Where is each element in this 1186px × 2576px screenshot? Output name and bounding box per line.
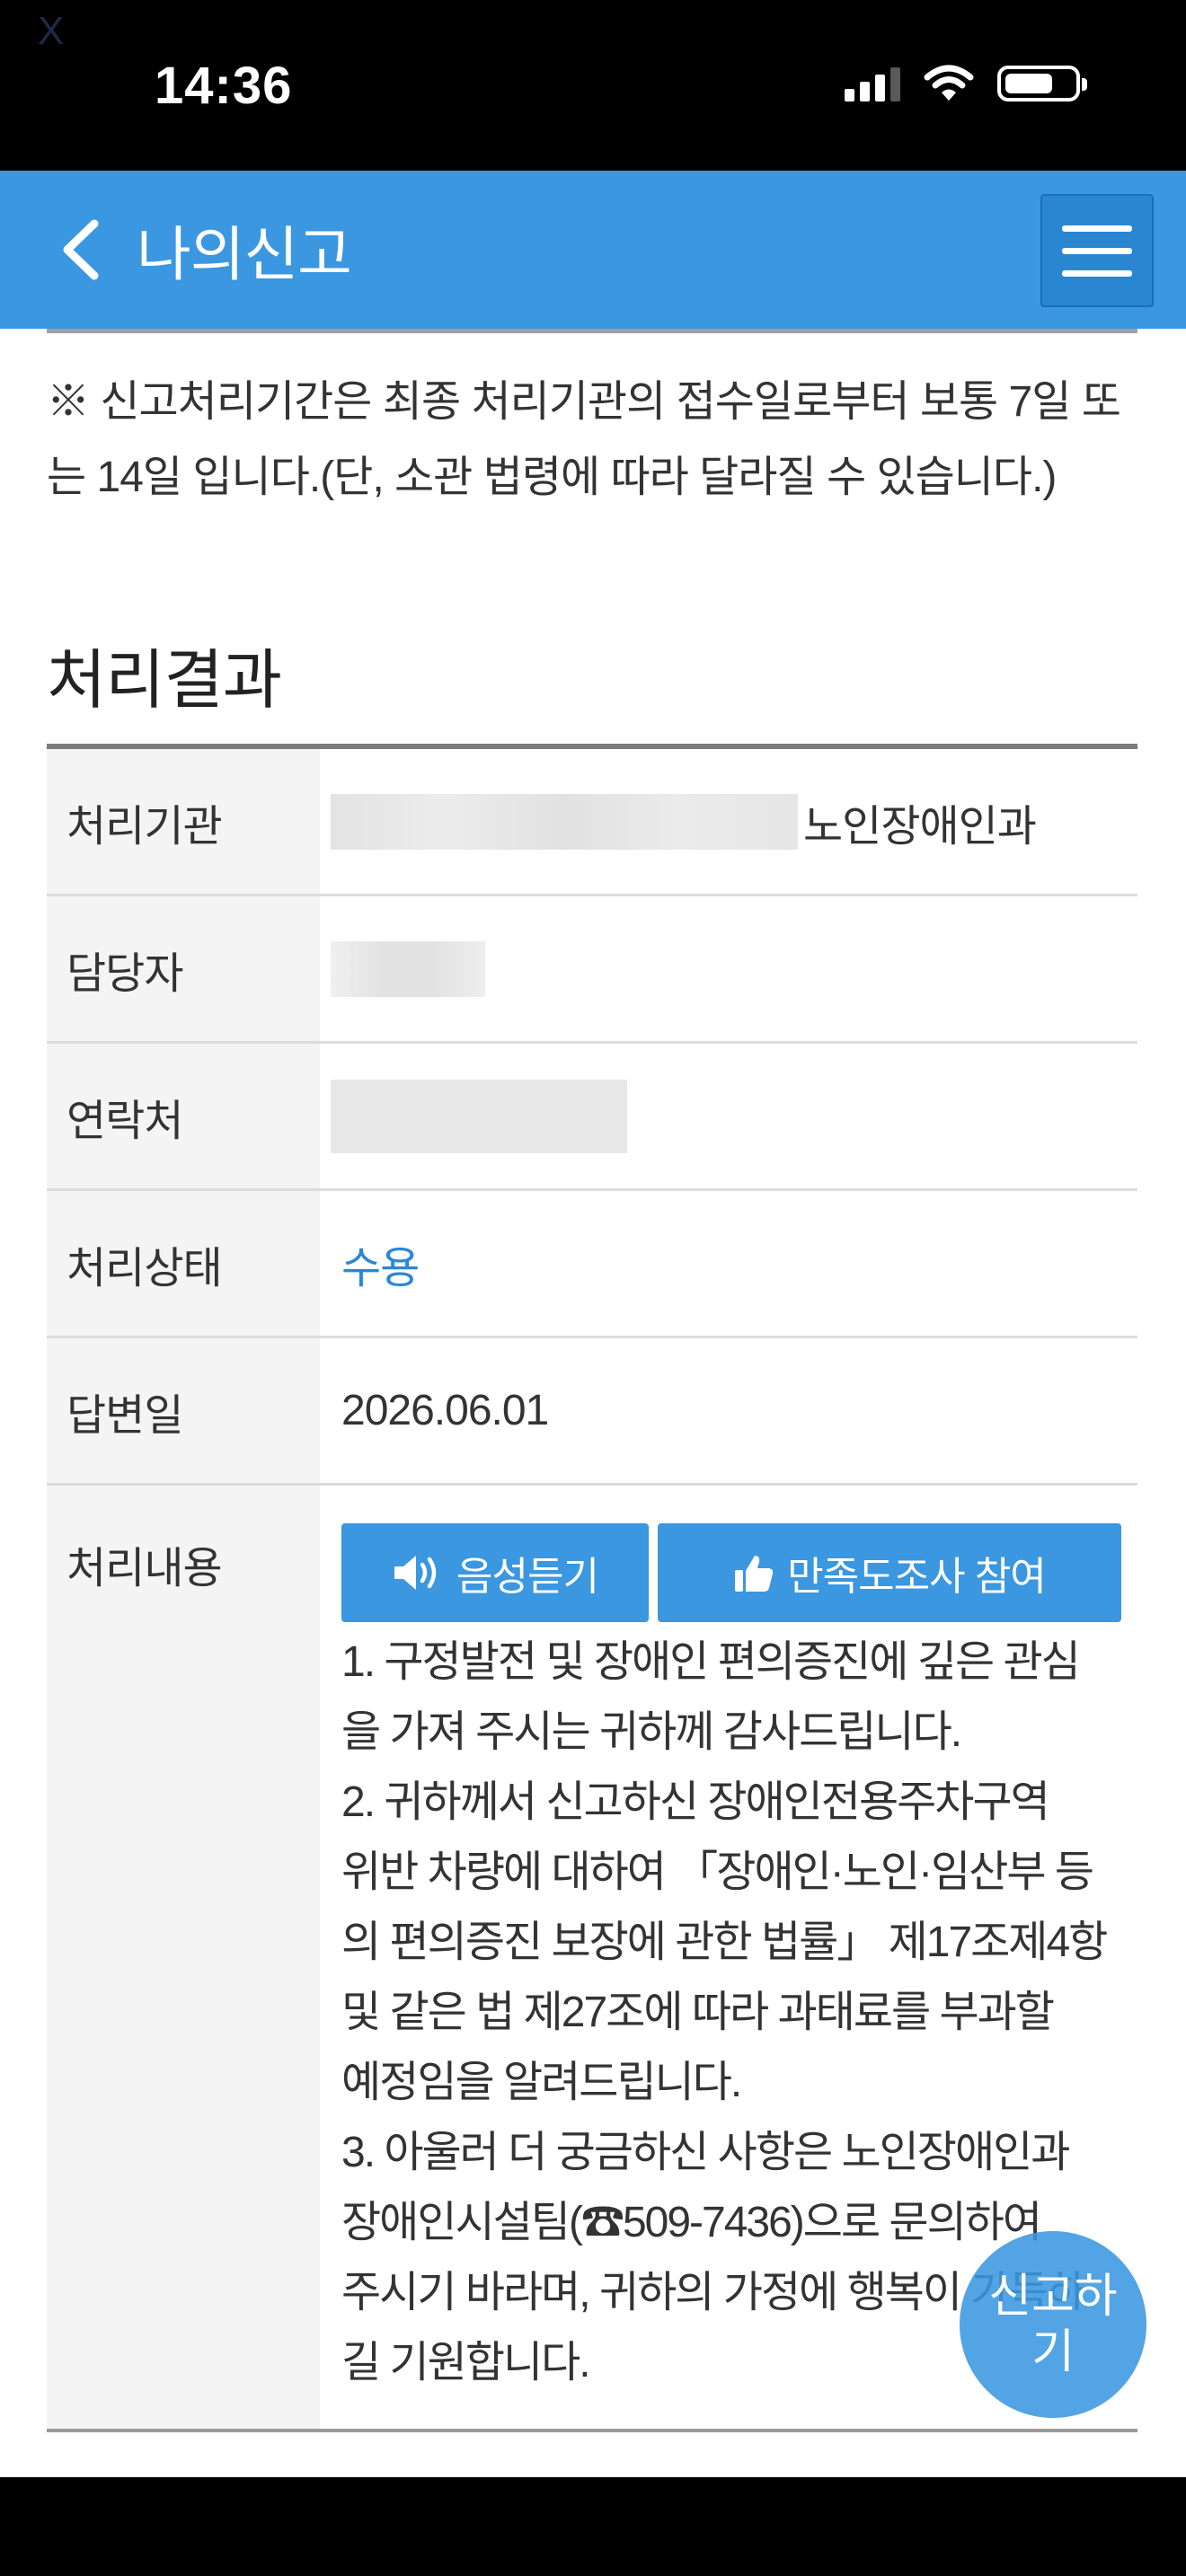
battery-icon	[997, 66, 1087, 101]
agency-department: 노인장애인과	[803, 802, 1037, 851]
answer-date-label: 답변일	[47, 1338, 320, 1483]
status-indicator: X	[38, 9, 65, 53]
divider	[47, 329, 1137, 333]
status-time: 14:36	[155, 57, 293, 115]
content-label: 처리내용	[47, 1486, 320, 2429]
table-row-agency: 처리기관 노인장애인과	[47, 749, 1137, 896]
status-value: 수용	[341, 1244, 420, 1292]
section-title: 처리결과	[47, 645, 282, 717]
officer-value	[320, 896, 1137, 1041]
agency-label: 처리기관	[47, 749, 320, 894]
voice-listen-label: 음성듣기	[456, 1555, 599, 1599]
satisfaction-survey-label: 만족도조사 참여	[787, 1555, 1047, 1599]
redacted-officer-name	[331, 940, 485, 997]
content-actions: 음성듣기 만족도조사 참여	[341, 1523, 1125, 1622]
contact-value	[320, 1044, 1137, 1188]
answer-date-value: 2026.06.01	[341, 1387, 549, 1434]
redacted-agency-name	[331, 793, 798, 850]
thumbs-up-icon	[735, 1556, 774, 1592]
status-label: 처리상태	[47, 1191, 320, 1336]
table-row-officer: 담당자	[47, 896, 1137, 1044]
wifi-icon	[924, 65, 974, 101]
contact-label: 연락처	[47, 1044, 320, 1188]
voice-listen-button[interactable]: 음성듣기	[341, 1523, 649, 1622]
speaker-icon	[394, 1556, 437, 1590]
satisfaction-survey-button[interactable]: 만족도조사 참여	[658, 1523, 1121, 1622]
chevron-left-icon[interactable]	[45, 214, 117, 286]
status-icons	[845, 65, 1087, 102]
table-row-contact: 연락처	[47, 1044, 1137, 1191]
cellular-signal-icon	[845, 66, 900, 101]
redacted-contact-number	[331, 1079, 627, 1153]
processing-period-notice: ※ 신고처리기간은 최종 처리기관의 접수일로부터 보통 7일 또는 14일 입…	[47, 378, 1121, 501]
nav-bar: 나의신고	[0, 171, 1186, 329]
table-row-status: 처리상태 수용	[47, 1191, 1137, 1338]
report-float-button[interactable]: 신고하 기	[960, 2231, 1146, 2418]
officer-label: 담당자	[47, 896, 320, 1041]
table-row-answer-date: 답변일 2026.06.01	[47, 1338, 1137, 1486]
page-title: 나의신고	[137, 221, 352, 287]
result-table: 처리기관 노인장애인과 담당자 연락처 처리상태 수용 답변일 2026.06.…	[47, 744, 1137, 2432]
agency-value: 노인장애인과	[320, 749, 1137, 894]
hamburger-menu-icon[interactable]	[1040, 194, 1154, 307]
status-bar: X 14:36	[0, 0, 1186, 171]
bottom-bar	[0, 2477, 1186, 2576]
main-content: ※ 신고처리기간은 최종 처리기관의 접수일로부터 보통 7일 또는 14일 입…	[0, 329, 1186, 2477]
